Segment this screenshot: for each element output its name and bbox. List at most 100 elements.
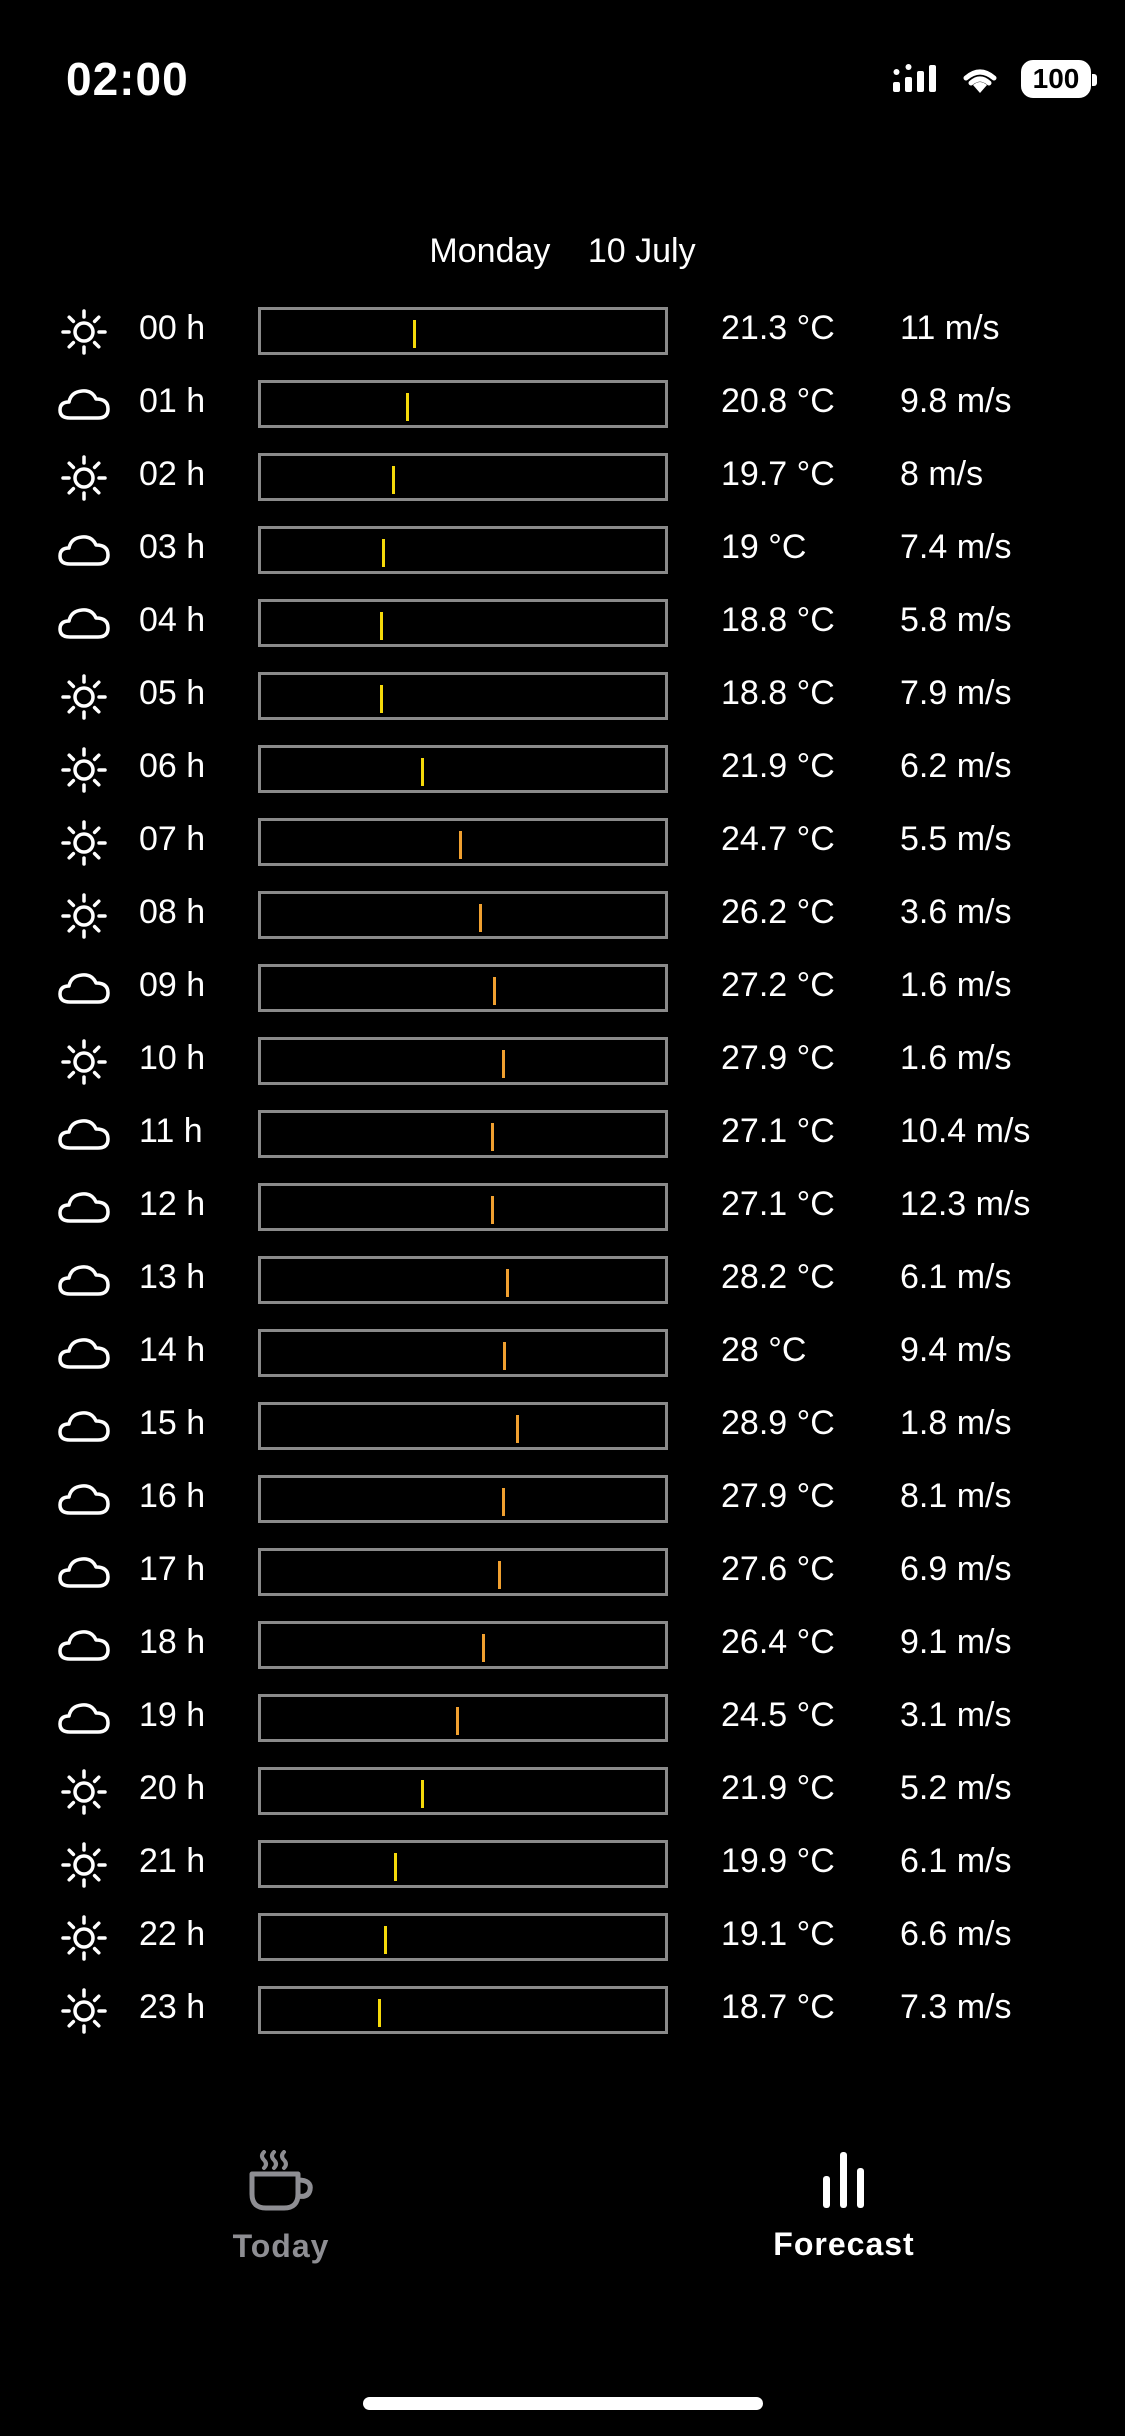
temperature-marker xyxy=(382,539,385,567)
hour-row[interactable]: 07 h 24.7 °C 5.5 m/s xyxy=(0,806,1125,879)
wind-speed-value: 1.6 m/s xyxy=(900,1039,1012,1077)
temperature-range-bar xyxy=(258,1256,668,1304)
hour-row[interactable]: 04 h 18.8 °C 5.8 m/s xyxy=(0,587,1125,660)
hour-label: 23 h xyxy=(139,1988,206,2026)
hour-label: 03 h xyxy=(139,528,206,566)
tab-bar: Today Forecast xyxy=(0,2120,1125,2320)
hour-label: 05 h xyxy=(139,674,206,712)
wind-speed-value: 3.6 m/s xyxy=(900,893,1012,931)
tab-forecast[interactable]: Forecast xyxy=(694,2120,994,2263)
hour-row[interactable]: 10 h 27.9 °C 1.6 m/s xyxy=(0,1025,1125,1098)
temperature-value: 18.8 °C xyxy=(721,674,835,712)
temperature-range-bar xyxy=(258,1548,668,1596)
temperature-value: 24.7 °C xyxy=(721,820,835,858)
bar-chart-icon xyxy=(823,2152,864,2208)
temperature-marker xyxy=(503,1342,506,1370)
hour-row[interactable]: 16 h 27.9 °C 8.1 m/s xyxy=(0,1463,1125,1536)
temperature-range-bar xyxy=(258,1694,668,1742)
wind-speed-value: 9.1 m/s xyxy=(900,1623,1012,1661)
temperature-range-bar xyxy=(258,891,668,939)
hour-row[interactable]: 19 h 24.5 °C 3.1 m/s xyxy=(0,1682,1125,1755)
cloud-icon xyxy=(56,1694,112,1744)
wind-speed-value: 5.8 m/s xyxy=(900,601,1012,639)
temperature-value: 27.1 °C xyxy=(721,1112,835,1150)
hour-label: 08 h xyxy=(139,893,206,931)
temperature-value: 26.2 °C xyxy=(721,893,835,931)
temperature-value: 28.2 °C xyxy=(721,1258,835,1296)
wind-speed-value: 6.6 m/s xyxy=(900,1915,1012,1953)
wind-speed-value: 1.6 m/s xyxy=(900,966,1012,1004)
cloud-icon xyxy=(56,1110,112,1160)
hour-label: 00 h xyxy=(139,309,206,347)
hour-row[interactable]: 17 h 27.6 °C 6.9 m/s xyxy=(0,1536,1125,1609)
temperature-range-bar xyxy=(258,1037,668,1085)
hour-row[interactable]: 03 h 19 °C 7.4 m/s xyxy=(0,514,1125,587)
temperature-value: 21.9 °C xyxy=(721,747,835,785)
temperature-marker xyxy=(459,831,462,859)
hour-row[interactable]: 21 h 19.9 °C 6.1 m/s xyxy=(0,1828,1125,1901)
temperature-value: 27.9 °C xyxy=(721,1039,835,1077)
home-indicator[interactable] xyxy=(363,2397,763,2410)
hour-row[interactable]: 20 h 21.9 °C 5.2 m/s xyxy=(0,1755,1125,1828)
hour-label: 02 h xyxy=(139,455,206,493)
wind-speed-value: 6.9 m/s xyxy=(900,1550,1012,1588)
hour-label: 07 h xyxy=(139,820,206,858)
tab-today-label: Today xyxy=(232,2228,330,2264)
hour-row[interactable]: 18 h 26.4 °C 9.1 m/s xyxy=(0,1609,1125,1682)
hour-label: 21 h xyxy=(139,1842,206,1880)
hour-label: 13 h xyxy=(139,1258,206,1296)
temperature-range-bar xyxy=(258,599,668,647)
hour-row[interactable]: 02 h 19.7 °C 8 m/s xyxy=(0,441,1125,514)
coffee-cup-icon xyxy=(249,2150,313,2211)
hour-label: 11 h xyxy=(139,1112,203,1150)
hour-row[interactable]: 09 h 27.2 °C 1.6 m/s xyxy=(0,952,1125,1025)
hour-row[interactable]: 11 h 27.1 °C 10.4 m/s xyxy=(0,1098,1125,1171)
sun-icon xyxy=(56,1986,112,2036)
temperature-marker xyxy=(413,320,416,348)
temperature-marker xyxy=(516,1415,519,1443)
temperature-marker xyxy=(491,1196,494,1224)
temperature-value: 21.9 °C xyxy=(721,1769,835,1807)
cloud-icon xyxy=(56,1402,112,1452)
hour-row[interactable]: 01 h 20.8 °C 9.8 m/s xyxy=(0,368,1125,441)
temperature-range-bar xyxy=(258,1329,668,1377)
wind-speed-value: 11 m/s xyxy=(900,309,1000,347)
hour-label: 15 h xyxy=(139,1404,206,1442)
hour-row[interactable]: 22 h 19.1 °C 6.6 m/s xyxy=(0,1901,1125,1974)
temperature-range-bar xyxy=(258,307,668,355)
temperature-value: 19.7 °C xyxy=(721,455,835,493)
sun-icon xyxy=(56,1037,112,1087)
temperature-marker xyxy=(502,1050,505,1078)
hour-row[interactable]: 14 h 28 °C 9.4 m/s xyxy=(0,1317,1125,1390)
hour-row[interactable]: 00 h 21.3 °C 11 m/s xyxy=(0,295,1125,368)
hour-row[interactable]: 13 h 28.2 °C 6.1 m/s xyxy=(0,1244,1125,1317)
temperature-range-bar xyxy=(258,1621,668,1669)
temperature-value: 18.8 °C xyxy=(721,601,835,639)
hour-row[interactable]: 08 h 26.2 °C 3.6 m/s xyxy=(0,879,1125,952)
cloud-icon xyxy=(56,1256,112,1306)
status-time: 02:00 xyxy=(66,53,189,105)
wind-speed-value: 7.3 m/s xyxy=(900,1988,1012,2026)
cloud-icon xyxy=(56,380,112,430)
temperature-value: 19.9 °C xyxy=(721,1842,835,1880)
temperature-value: 27.1 °C xyxy=(721,1185,835,1223)
hour-label: 10 h xyxy=(139,1039,206,1077)
hour-row[interactable]: 12 h 27.1 °C 12.3 m/s xyxy=(0,1171,1125,1244)
hour-row[interactable]: 15 h 28.9 °C 1.8 m/s xyxy=(0,1390,1125,1463)
hour-row[interactable]: 06 h 21.9 °C 6.2 m/s xyxy=(0,733,1125,806)
cloud-icon xyxy=(56,1183,112,1233)
temperature-marker xyxy=(502,1488,505,1516)
hour-row[interactable]: 05 h 18.8 °C 7.9 m/s xyxy=(0,660,1125,733)
hour-row[interactable]: 23 h 18.7 °C 7.3 m/s xyxy=(0,1974,1125,2047)
tab-forecast-label: Forecast xyxy=(773,2226,915,2262)
sun-icon xyxy=(56,745,112,795)
hourly-forecast-list[interactable]: 00 h 21.3 °C 11 m/s 01 h 20.8 °C 9.8 m/s 02 h 1… xyxy=(0,295,1125,2047)
hour-label: 12 h xyxy=(139,1185,206,1223)
sun-icon xyxy=(56,1913,112,1963)
temperature-range-bar xyxy=(258,526,668,574)
tab-today[interactable]: Today xyxy=(131,2120,431,2265)
temperature-marker xyxy=(456,1707,459,1735)
hour-label: 20 h xyxy=(139,1769,206,1807)
hour-label: 19 h xyxy=(139,1696,206,1734)
wind-speed-value: 5.5 m/s xyxy=(900,820,1012,858)
